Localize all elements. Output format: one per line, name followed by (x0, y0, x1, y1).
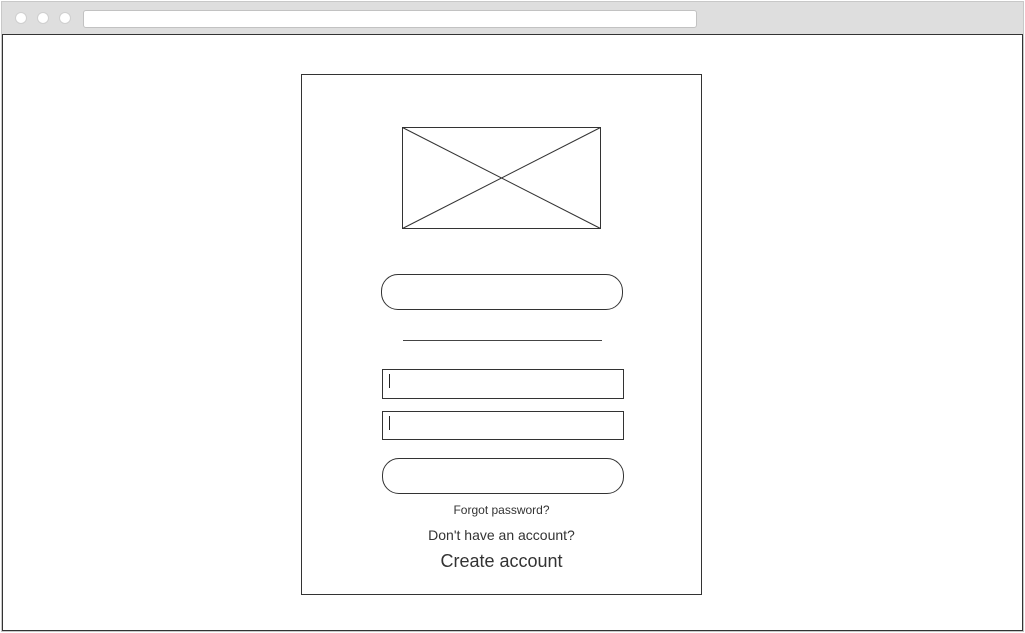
username-field[interactable] (382, 369, 624, 399)
browser-titlebar (2, 2, 1023, 35)
forgot-password-link[interactable]: Forgot password? (301, 503, 702, 517)
social-login-button[interactable] (381, 274, 623, 310)
create-account-link[interactable]: Create account (301, 551, 702, 572)
window-minimize-button[interactable] (37, 12, 49, 24)
text-cursor (389, 374, 390, 388)
login-button[interactable] (382, 458, 624, 494)
window-maximize-button[interactable] (59, 12, 71, 24)
no-account-text: Don't have an account? (428, 527, 575, 543)
divider (403, 340, 602, 341)
text-cursor (389, 416, 390, 430)
image-placeholder-icon (402, 127, 601, 229)
address-bar[interactable] (83, 10, 697, 28)
window-close-button[interactable] (15, 12, 27, 24)
password-field[interactable] (382, 411, 624, 440)
